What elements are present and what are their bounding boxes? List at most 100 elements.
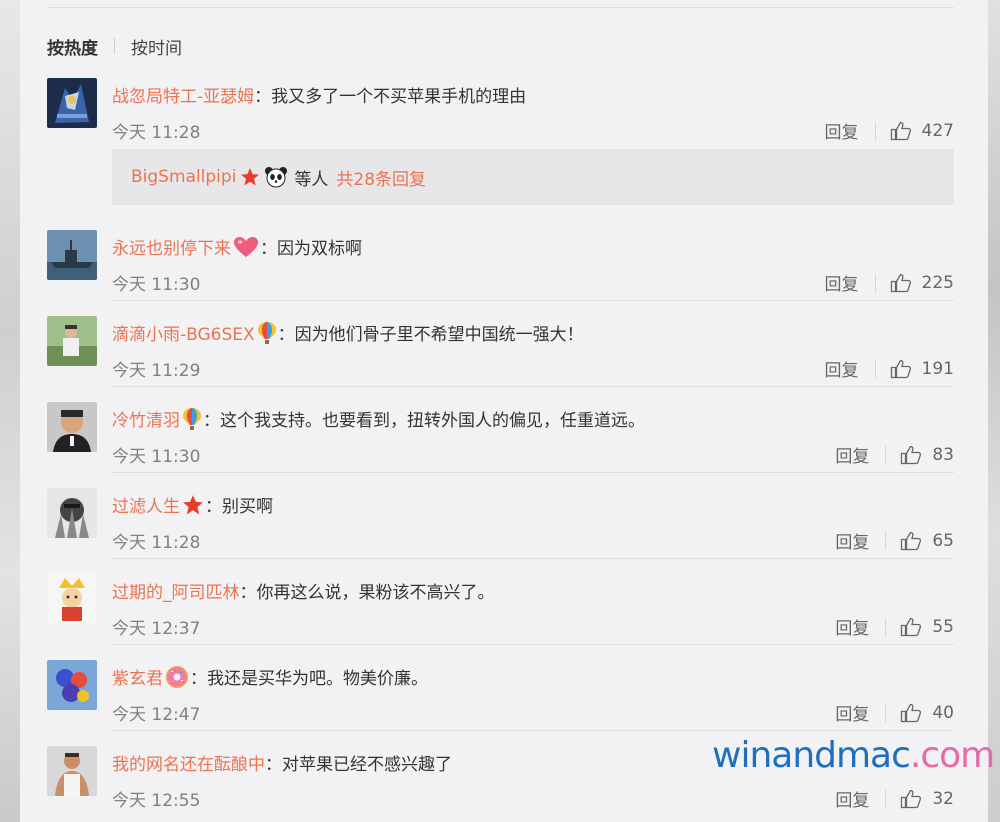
reply-others: 等人 bbox=[294, 169, 329, 190]
comments-panel: 按热度 按时间 战忽局特工-亚瑟姆 ： 我又多了一个不买苹果手机的理由 今天 1… bbox=[20, 0, 988, 822]
username-link[interactable]: 滴滴小雨-BG6SEX bbox=[112, 320, 255, 345]
comment-text: 对苹果已经不感兴趣了 bbox=[282, 755, 452, 775]
like-icon[interactable] bbox=[900, 531, 922, 551]
reply-button[interactable]: 回复 bbox=[835, 614, 869, 639]
comment-text: 你再这么说，果粉该不高兴了。 bbox=[256, 583, 495, 603]
star-icon bbox=[241, 168, 260, 186]
like-count: 55 bbox=[932, 616, 954, 637]
watermark: winandmac.com bbox=[712, 735, 995, 776]
comment-text: 这个我支持。也要看到，扭转外国人的偏见，任重道远。 bbox=[220, 411, 645, 431]
comment-text: 我还是买华为吧。物美价廉。 bbox=[207, 669, 428, 689]
comment-line: 战忽局特工-亚瑟姆 ： 我又多了一个不买苹果手机的理由 bbox=[112, 82, 526, 107]
like-icon[interactable] bbox=[890, 359, 912, 379]
comment-text: 因为双标啊 bbox=[277, 239, 362, 259]
avatar[interactable] bbox=[47, 488, 97, 538]
username-link[interactable]: 紫玄君 bbox=[112, 664, 163, 689]
like-count: 32 bbox=[932, 788, 954, 809]
comment-divider bbox=[112, 730, 954, 731]
reply-button[interactable]: 回复 bbox=[835, 786, 869, 811]
comment-time: 今天 11:30 bbox=[112, 275, 201, 295]
like-icon[interactable] bbox=[890, 273, 912, 293]
avatar[interactable] bbox=[47, 746, 97, 796]
sort-by-time-tab[interactable]: 按时间 bbox=[131, 34, 182, 59]
like-icon[interactable] bbox=[900, 789, 922, 809]
avatar[interactable] bbox=[47, 316, 97, 366]
like-count: 40 bbox=[932, 702, 954, 723]
comment-text: 因为他们骨子里不希望中国统一强大！ bbox=[294, 325, 584, 345]
watermark-domain: .com bbox=[909, 735, 995, 776]
comment-line: 过滤人生 ： 别买啊 bbox=[112, 492, 273, 517]
tab-separator bbox=[114, 38, 115, 54]
comment-line: 过期的_阿司匹林 ： 你再这么说，果粉该不高兴了。 bbox=[112, 578, 495, 603]
comment-divider bbox=[112, 472, 954, 473]
username-link[interactable]: 过滤人生 bbox=[112, 492, 180, 517]
balloon-icon bbox=[183, 407, 201, 430]
reply-button[interactable]: 回复 bbox=[835, 442, 869, 467]
reply-button[interactable]: 回复 bbox=[835, 700, 869, 725]
reply-button[interactable]: 回复 bbox=[825, 118, 859, 143]
wolverine-avatar-image bbox=[47, 488, 97, 538]
like-icon[interactable] bbox=[900, 703, 922, 723]
comment-divider bbox=[112, 386, 954, 387]
avatar[interactable] bbox=[47, 230, 97, 280]
comment-time: 今天 11:30 bbox=[112, 447, 201, 467]
reply-preview[interactable]: BigSmallpipi 等人 共28条回复 bbox=[112, 149, 954, 205]
comment-divider bbox=[112, 644, 954, 645]
username-link[interactable]: 永远也别停下来 bbox=[112, 234, 231, 259]
avatar[interactable] bbox=[47, 78, 97, 128]
username-link[interactable]: 冷竹清羽 bbox=[112, 406, 180, 431]
comment-line: 我的网名还在酝酿中 ： 对苹果已经不感兴趣了 bbox=[112, 750, 452, 775]
comment-actions: 回复 83 bbox=[835, 442, 954, 468]
comment-line: 紫玄君 ： 我还是买华为吧。物美价廉。 bbox=[112, 664, 428, 689]
avatar[interactable] bbox=[47, 660, 97, 710]
watermark-brand: winandmac bbox=[712, 735, 911, 776]
avatar[interactable] bbox=[47, 574, 97, 624]
comment-actions: 回复 225 bbox=[825, 270, 954, 296]
flower-avatar-image bbox=[47, 660, 97, 710]
comment-time: 今天 12:55 bbox=[112, 791, 201, 811]
username-link[interactable]: 过期的_阿司匹林 bbox=[112, 578, 240, 603]
warship-avatar-image bbox=[47, 230, 97, 280]
comment-actions: 回复 40 bbox=[835, 700, 954, 726]
comment-actions: 回复 191 bbox=[825, 356, 954, 382]
comment-line: 冷竹清羽 ： 这个我支持。也要看到，扭转外国人的偏见，任重道远。 bbox=[112, 406, 645, 431]
comment-actions: 回复 427 bbox=[825, 118, 954, 144]
reply-button[interactable]: 回复 bbox=[825, 270, 859, 295]
username-link[interactable]: 战忽局特工-亚瑟姆 bbox=[112, 82, 254, 107]
like-count: 65 bbox=[932, 530, 954, 551]
comment-time: 今天 11:29 bbox=[112, 361, 201, 381]
like-icon[interactable] bbox=[900, 445, 922, 465]
comment-actions: 回复 32 bbox=[835, 786, 954, 812]
comment-time: 今天 12:37 bbox=[112, 619, 201, 639]
reply-button[interactable]: 回复 bbox=[825, 356, 859, 381]
comment-divider bbox=[112, 558, 954, 559]
like-count: 83 bbox=[932, 444, 954, 465]
robot-avatar-image bbox=[47, 78, 97, 128]
comment-time: 今天 12:47 bbox=[112, 705, 201, 725]
comment-time: 今天 11:28 bbox=[112, 533, 201, 553]
sort-tabs: 按热度 按时间 bbox=[47, 34, 182, 59]
cartoon-king-avatar-image bbox=[47, 574, 97, 624]
like-icon[interactable] bbox=[900, 617, 922, 637]
top-divider bbox=[47, 7, 954, 8]
avatar[interactable] bbox=[47, 402, 97, 452]
man-portrait-avatar-image bbox=[47, 402, 97, 452]
username-link[interactable]: 我的网名还在酝酿中 bbox=[112, 750, 265, 775]
comment-actions: 回复 55 bbox=[835, 614, 954, 640]
comment-divider bbox=[112, 300, 954, 301]
sort-by-hot-tab[interactable]: 按热度 bbox=[47, 34, 98, 59]
reply-username[interactable]: BigSmallpipi bbox=[131, 167, 236, 187]
reply-button[interactable]: 回复 bbox=[835, 528, 869, 553]
panda-icon bbox=[265, 167, 288, 188]
comment-text: 我又多了一个不买苹果手机的理由 bbox=[271, 87, 527, 107]
like-icon[interactable] bbox=[890, 121, 912, 141]
like-count: 191 bbox=[921, 358, 954, 379]
reply-count-link[interactable]: 共28条回复 bbox=[336, 165, 426, 190]
muscle-man-avatar-image bbox=[47, 746, 97, 796]
like-count: 427 bbox=[921, 120, 954, 141]
like-count: 225 bbox=[921, 272, 954, 293]
comment-text: 别买啊 bbox=[222, 497, 273, 517]
background-right bbox=[988, 0, 1000, 822]
outdoor-avatar-image bbox=[47, 316, 97, 366]
star-icon bbox=[183, 494, 203, 514]
